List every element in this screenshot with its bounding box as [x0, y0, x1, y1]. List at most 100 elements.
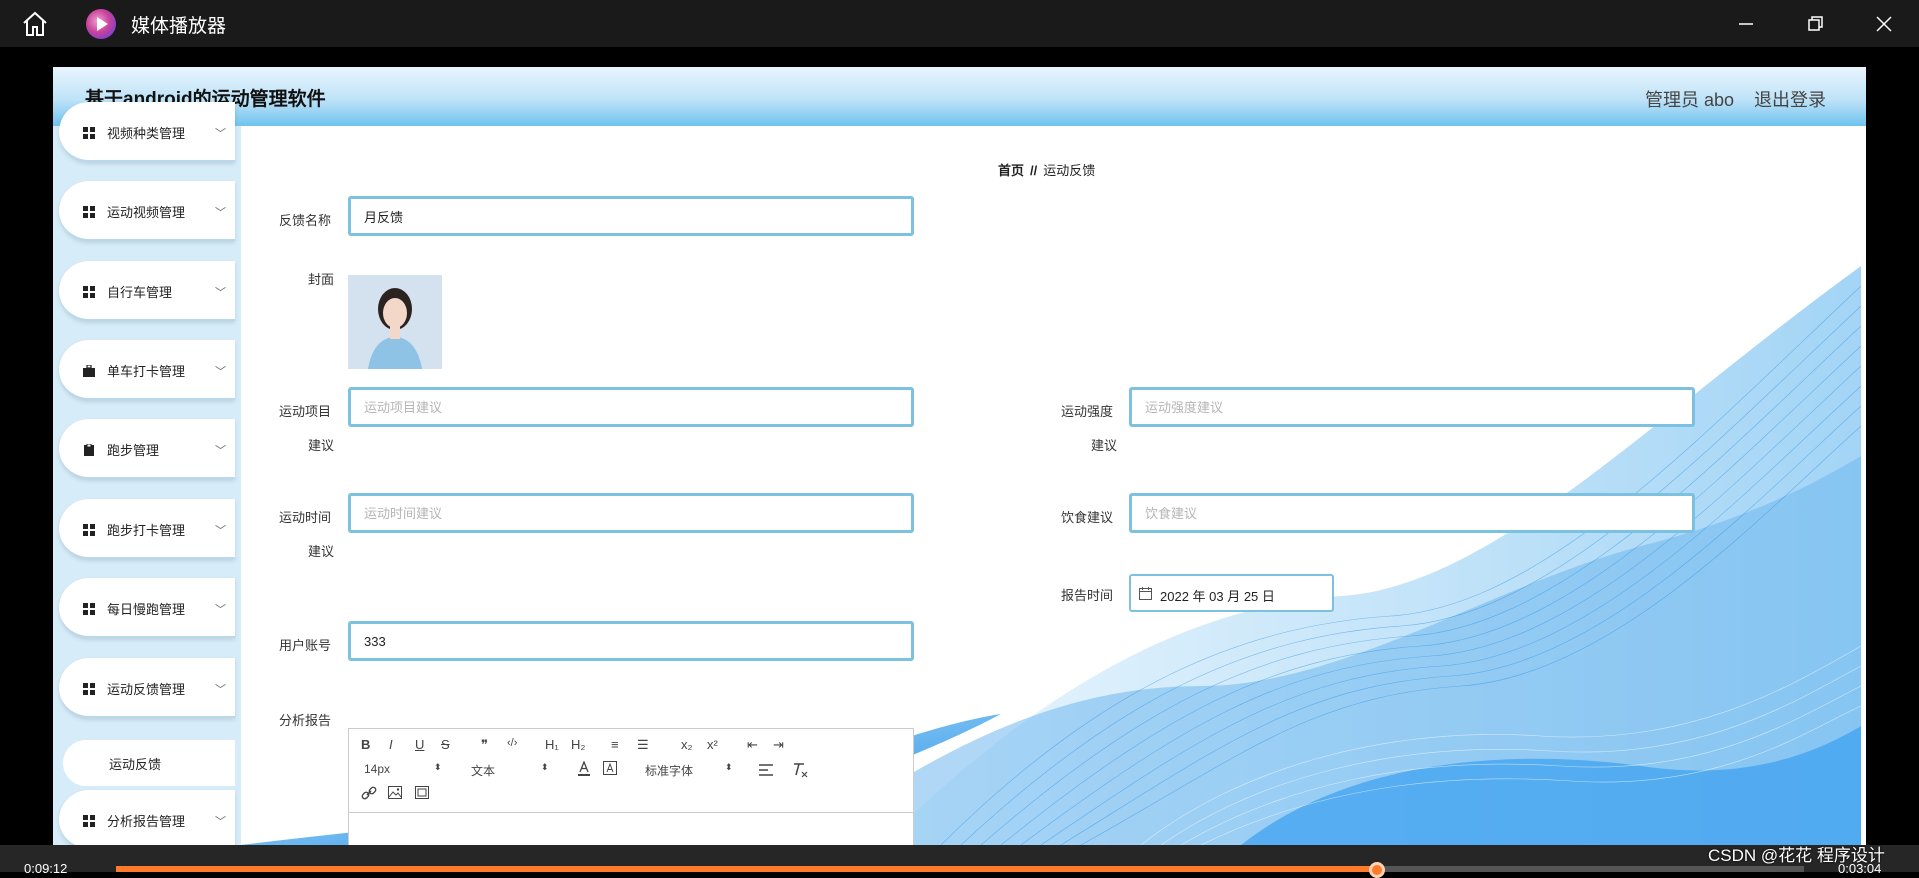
chevron-down-icon: ﹀ — [215, 206, 226, 219]
superscript-button[interactable]: x² — [707, 737, 718, 752]
sport-time-label: 运动时间 — [279, 510, 332, 525]
ordered-list-button[interactable]: ≡ — [611, 737, 619, 752]
font-size-value: 14px — [364, 762, 391, 776]
sport-item-label-suffix: 建议 — [308, 438, 335, 453]
analysis-report-label: 分析报告 — [279, 713, 332, 728]
chevron-down-icon: ﹀ — [215, 524, 226, 537]
chevron-down-icon: ﹀ — [215, 603, 226, 616]
sidebar-item-label: 视频种类管理 — [107, 126, 186, 141]
briefcase-icon — [83, 365, 95, 377]
sport-item-input[interactable] — [348, 387, 914, 427]
sidebar-item-running[interactable]: 跑步管理 ﹀ — [59, 419, 235, 479]
webapp-frame: 基于android的运动管理软件 管理员 abo 退出登录 视频种类管理 ﹀ 运… — [53, 67, 1866, 845]
progress-fill — [116, 866, 1377, 872]
sport-intensity-label-suffix: 建议 — [1091, 438, 1118, 453]
analysis-report-editor[interactable]: B I U S ❞ ‹/› H₁ H₂ ≡ ☰ x₂ x² ⇤ ⇥ 14px ⬍ … — [348, 728, 914, 845]
font-color-icon[interactable] — [577, 761, 591, 777]
sidebar-item-run-checkin[interactable]: 跑步打卡管理 ﹀ — [59, 499, 235, 559]
player-logo-icon — [86, 9, 116, 39]
chevron-down-icon: ﹀ — [215, 444, 226, 457]
sidebar-item-label: 运动视频管理 — [107, 205, 186, 220]
feedback-name-input[interactable] — [348, 196, 914, 236]
italic-button[interactable]: I — [389, 737, 393, 752]
outdent-button[interactable]: ⇤ — [747, 737, 758, 753]
code-button[interactable]: ‹/› — [507, 737, 517, 749]
sport-intensity-input[interactable] — [1129, 387, 1695, 427]
sidebar-item-bike-checkin[interactable]: 单车打卡管理 ﹀ — [59, 340, 235, 400]
chevron-down-icon: ﹀ — [215, 815, 226, 828]
background-color-icon[interactable] — [603, 761, 617, 777]
player-titlebar: 媒体播放器 — [0, 0, 1919, 47]
bold-button[interactable]: B — [361, 737, 370, 752]
admin-label: 管理员 abo — [1645, 90, 1735, 110]
sidebar-item-daily-jog[interactable]: 每日慢跑管理 ﹀ — [59, 578, 235, 638]
underline-button[interactable]: U — [415, 737, 424, 752]
minimize-icon[interactable] — [1729, 7, 1763, 41]
report-time-picker[interactable]: 2022 年 03 月 25 日 — [1129, 574, 1334, 612]
report-time-label: 报告时间 — [1061, 588, 1114, 603]
grid-icon — [83, 206, 95, 218]
player-controls: 0:09:12 0:03:04 — [0, 845, 1919, 878]
sidebar-subitem-label: 运动反馈 — [109, 757, 162, 772]
video-icon[interactable] — [415, 786, 429, 799]
sidebar-item-label: 运动反馈管理 — [107, 682, 186, 697]
breadcrumb-separator: // — [1030, 163, 1038, 178]
select-arrows-icon: ⬍ — [434, 762, 442, 772]
cover-image[interactable] — [348, 275, 442, 369]
sidebar-item-bicycle[interactable]: 自行车管理 ﹀ — [59, 261, 235, 321]
format-select[interactable]: 文本 ⬍ — [471, 762, 551, 779]
indent-button[interactable]: ⇥ — [773, 737, 784, 753]
main-content: 首页 // 运动反馈 反馈名称 封面 运动项目 建议 运动强度 建议 运动时间 建议 — [241, 126, 1866, 845]
home-icon[interactable] — [20, 10, 50, 38]
subscript-button[interactable]: x₂ — [681, 737, 693, 752]
sidebar-item-feedback-mgmt[interactable]: 运动反馈管理 ﹀ — [59, 658, 235, 718]
user-account-label: 用户账号 — [279, 638, 332, 653]
sidebar-item-sport-video[interactable]: 运动视频管理 ﹀ — [59, 181, 235, 241]
user-account-input[interactable] — [348, 621, 914, 661]
grid-icon — [83, 286, 95, 298]
cover-photo — [348, 275, 442, 369]
font-size-select[interactable]: 14px ⬍ — [364, 762, 444, 776]
clipboard-icon — [84, 444, 94, 456]
grid-icon — [83, 815, 95, 827]
chevron-down-icon: ﹀ — [215, 365, 226, 378]
progress-knob[interactable] — [1368, 862, 1385, 878]
sport-time-label-suffix: 建议 — [308, 544, 335, 559]
sidebar-item-label: 自行车管理 — [107, 285, 173, 300]
sport-time-input[interactable] — [348, 493, 914, 533]
sport-item-label: 运动项目 — [279, 404, 332, 419]
breadcrumb: 首页 // 运动反馈 — [998, 160, 1095, 179]
grid-icon — [83, 127, 95, 139]
app-header: 基于android的运动管理软件 管理员 abo 退出登录 — [53, 67, 1866, 126]
sidebar-subitem-feedback[interactable]: 运动反馈 — [63, 740, 235, 786]
select-arrows-icon: ⬍ — [725, 762, 733, 772]
h2-button[interactable]: H₂ — [571, 737, 585, 752]
cover-label: 封面 — [308, 272, 335, 287]
h1-button[interactable]: H₁ — [545, 737, 559, 752]
blockquote-button[interactable]: ❞ — [481, 737, 488, 753]
breadcrumb-home[interactable]: 首页 — [998, 163, 1024, 178]
align-left-icon[interactable] — [759, 764, 773, 776]
bullet-list-button[interactable]: ☰ — [637, 737, 649, 753]
sidebar-item-video-category[interactable]: 视频种类管理 ﹀ — [59, 102, 235, 162]
sidebar-item-label: 跑步管理 — [107, 443, 160, 458]
link-icon[interactable] — [361, 785, 377, 801]
font-family-select[interactable]: 标准字体 ⬍ — [645, 762, 735, 779]
format-value: 文本 — [471, 764, 496, 778]
logout-link[interactable]: 退出登录 — [1754, 86, 1826, 112]
clear-format-icon[interactable] — [792, 762, 808, 778]
sidebar-item-label: 每日慢跑管理 — [107, 602, 186, 617]
select-arrows-icon: ⬍ — [541, 762, 549, 772]
strike-button[interactable]: S — [441, 737, 450, 752]
restore-icon[interactable] — [1798, 7, 1832, 41]
sidebar-item-analysis-report[interactable]: 分析报告管理 ﹀ — [59, 790, 235, 845]
image-icon[interactable] — [388, 786, 402, 799]
feedback-name-label: 反馈名称 — [279, 213, 332, 228]
sidebar-item-label: 分析报告管理 — [107, 814, 186, 829]
font-family-value: 标准字体 — [645, 764, 694, 778]
chevron-down-icon: ﹀ — [215, 683, 226, 696]
close-icon[interactable] — [1867, 7, 1901, 41]
report-time-value: 2022 年 03 月 25 日 — [1160, 589, 1275, 604]
time-current: 0:09:12 — [24, 861, 68, 876]
diet-input[interactable] — [1129, 493, 1695, 533]
